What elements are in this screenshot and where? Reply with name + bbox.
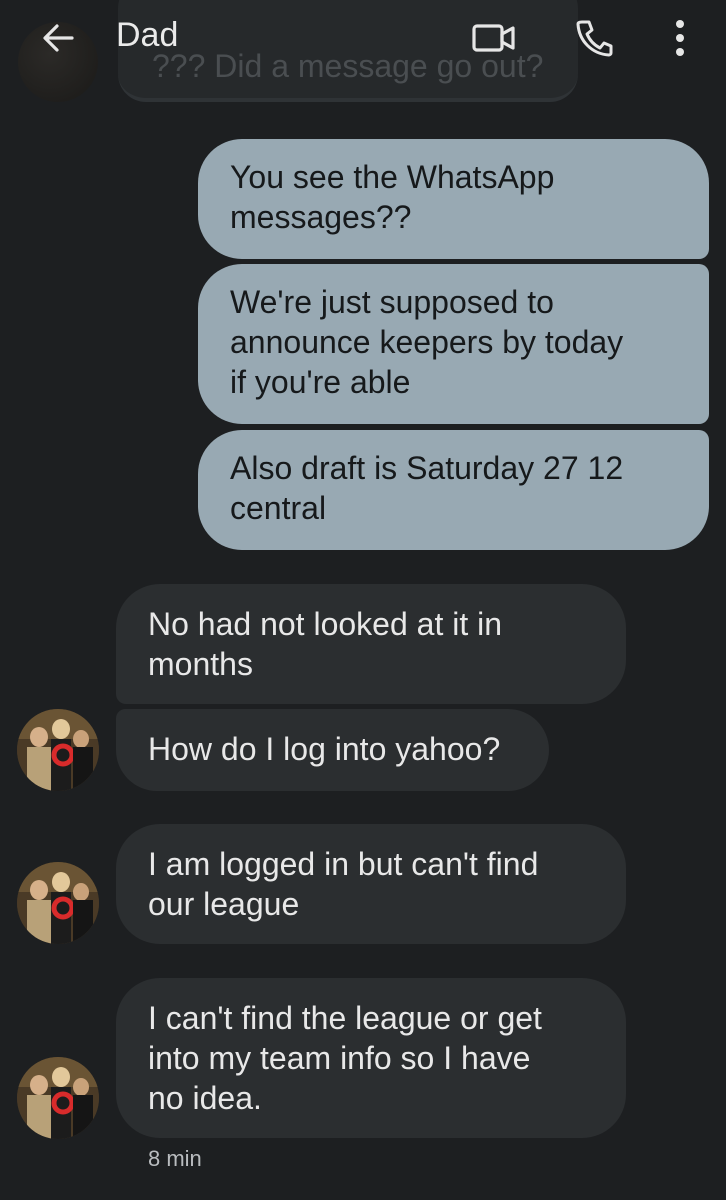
avatar-photo-icon [17,1057,99,1139]
message-text: I can't find the league or get into my t… [148,1000,542,1116]
contact-avatar[interactable] [17,709,99,791]
message-bubble-incoming[interactable]: No had not looked at it in months [116,584,626,704]
contact-name[interactable]: Dad [116,16,178,55]
video-call-icon [472,24,515,52]
message-text: I am logged in but can't find our league [148,846,539,922]
avatar-photo-icon [17,709,99,791]
message-text: Also draft is Saturday 27 12 central [230,450,624,526]
message-text: You see the WhatsApp messages?? [230,159,555,235]
message-timestamp: 8 min [148,1146,202,1171]
phone-icon [576,20,613,57]
more-vertical-icon [676,20,684,56]
message-bubble-outgoing[interactable]: Also draft is Saturday 27 12 central [198,430,709,550]
message-text: How do I log into yahoo? [148,731,501,767]
arrow-left-icon [43,24,74,52]
avatar-photo-icon [17,862,99,944]
contact-avatar[interactable] [17,1057,99,1139]
message-bubble-incoming[interactable]: I can't find the league or get into my t… [116,978,626,1138]
video-call-button[interactable] [470,16,518,60]
top-app-bar: Dad [0,0,726,70]
conversation-thread[interactable]: ??? Did a message go out? You see the Wh… [0,0,726,1200]
message-text: No had not looked at it in months [148,606,503,682]
more-options-button[interactable] [662,14,698,62]
message-bubble-incoming[interactable]: How do I log into yahoo? [116,709,549,791]
message-bubble-incoming[interactable]: I am logged in but can't find our league [116,824,626,944]
back-button[interactable] [36,16,80,60]
message-bubble-outgoing[interactable]: We're just supposed to announce keepers … [198,264,709,424]
contact-avatar[interactable] [17,862,99,944]
message-bubble-outgoing[interactable]: You see the WhatsApp messages?? [198,139,709,259]
message-text: We're just supposed to announce keepers … [230,284,624,400]
voice-call-button[interactable] [570,14,618,62]
